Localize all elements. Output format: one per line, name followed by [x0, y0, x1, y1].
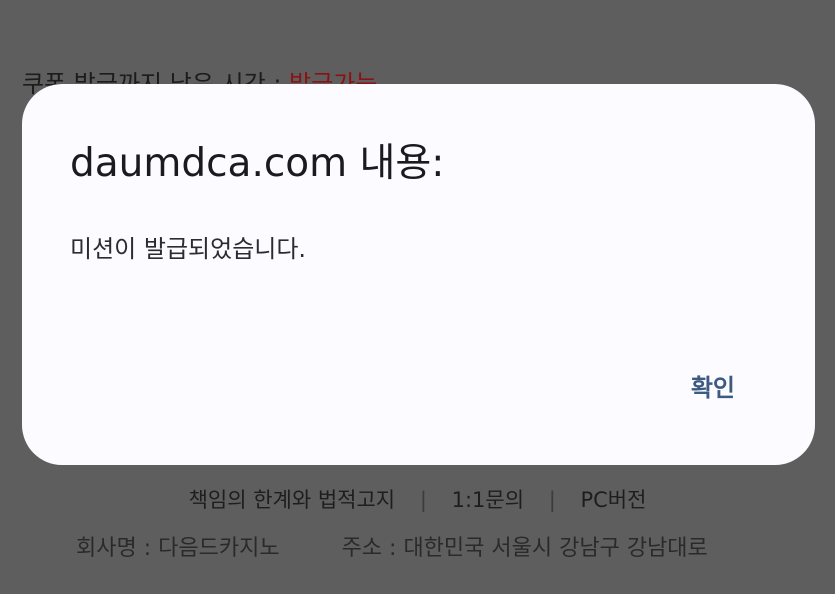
alert-dialog: daumdca.com 내용: 미션이 발급되었습니다. 확인: [22, 84, 815, 465]
footer-links: 책임의 한계와 법적고지 | 1:1문의 | PC버전: [0, 484, 835, 514]
company-name: 회사명 : 다음드카지노: [76, 536, 280, 561]
company-address: 주소 : 대한민국 서울시 강남구 강남대로: [341, 536, 708, 561]
footer-link-pc-version[interactable]: PC버전: [580, 488, 646, 512]
page: 쿠폰 발급까지 남은 시간 : 발급가능 책임의 한계와 법적고지 | 1:1문…: [0, 0, 835, 594]
ok-button[interactable]: 확인: [685, 364, 741, 407]
dialog-message: 미션이 발급되었습니다.: [70, 235, 307, 263]
dialog-title: daumdca.com 내용:: [70, 141, 445, 186]
company-info: 회사명 : 다음드카지노 주소 : 대한민국 서울시 강남구 강남대로: [76, 530, 708, 562]
footer-separator: |: [548, 488, 556, 512]
footer-separator: |: [419, 488, 427, 512]
footer-link-inquiry[interactable]: 1:1문의: [452, 488, 524, 512]
footer-link-legal-notice[interactable]: 책임의 한계와 법적고지: [189, 488, 396, 512]
